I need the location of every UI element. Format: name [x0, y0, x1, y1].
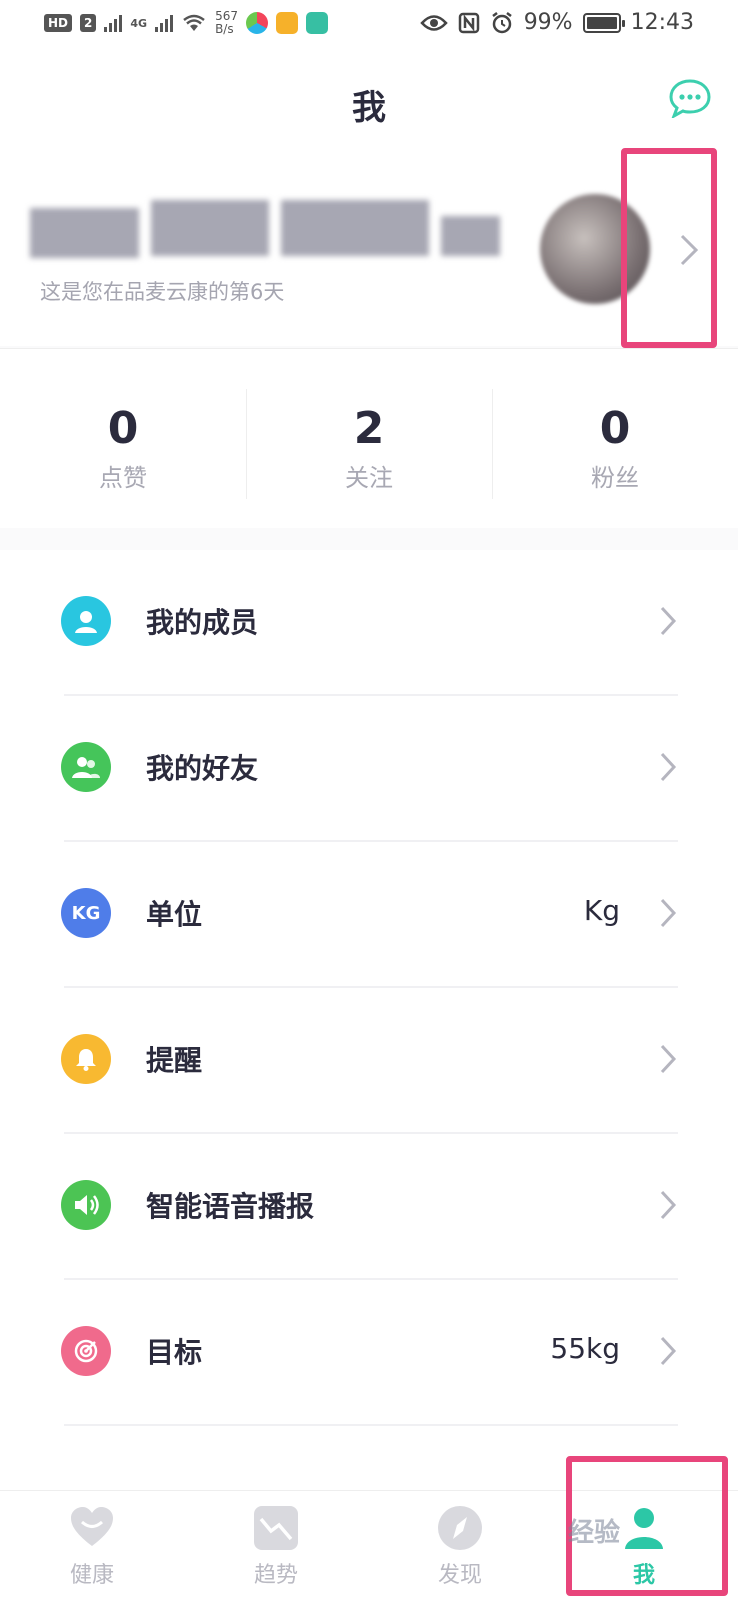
friends-icon: [61, 742, 111, 792]
stat-following[interactable]: 2 关注: [246, 349, 492, 529]
kg-unit-icon: KG: [61, 888, 111, 938]
menu-item-label: 智能语音播报: [146, 1190, 315, 1223]
menu-item-value: 55kg: [550, 1332, 620, 1365]
chevron-right-icon: [660, 1044, 677, 1074]
battery-icon: [582, 12, 625, 33]
target-icon: [61, 1326, 111, 1376]
watermark: 经验: [568, 1518, 621, 1548]
settings-menu: 我的成员 我的好友 KG 单位 Kg 提醒 智能语音播报 目标 55kg: [0, 550, 738, 1500]
stat-likes[interactable]: 0 点赞: [0, 349, 246, 529]
status-bar: HD 2 4G 567 B/s 99% 12:43: [0, 0, 738, 50]
chevron-right-icon: [660, 1190, 677, 1220]
menu-item-unit[interactable]: KG 单位 Kg: [0, 842, 738, 988]
menu-item-members[interactable]: 我的成员: [0, 550, 738, 696]
network-label: 4G: [130, 16, 148, 30]
tab-health[interactable]: 健康: [0, 1491, 184, 1600]
menu-item-goal[interactable]: 目标 55kg: [0, 1280, 738, 1426]
tab-label: 健康: [69, 1563, 114, 1588]
menu-item-value: Kg: [583, 894, 620, 927]
speaker-icon: [61, 1180, 111, 1230]
app-notification-icon-2: [275, 12, 298, 34]
stat-label: 关注: [345, 464, 393, 492]
menu-item-label: 我的成员: [146, 606, 259, 639]
person-icon: [61, 596, 111, 646]
nfc-icon: [458, 12, 479, 33]
tab-label: 趋势: [253, 1563, 298, 1588]
stat-label: 粉丝: [591, 464, 639, 492]
wifi-icon: [183, 14, 205, 31]
stat-followers[interactable]: 0 粉丝: [492, 349, 738, 529]
boss-app-icon: [305, 12, 328, 34]
menu-item-label: 我的好友: [146, 752, 259, 785]
page-title: 我: [352, 88, 386, 128]
chevron-right-icon: [660, 898, 677, 928]
menu-item-label: 单位: [146, 898, 203, 931]
net-speed-unit: B/s: [215, 22, 234, 36]
status-right: 99% 12:43: [419, 10, 694, 35]
menu-item-reminder[interactable]: 提醒: [0, 988, 738, 1134]
hd-badge: HD: [44, 14, 73, 32]
stat-value: 0: [599, 403, 631, 454]
clock: 12:43: [630, 10, 694, 35]
stat-value: 2: [353, 403, 385, 454]
signal-icon-2: [155, 14, 174, 32]
menu-item-voice-broadcast[interactable]: 智能语音播报: [0, 1134, 738, 1280]
stat-label: 点赞: [99, 464, 147, 492]
tab-label: 发现: [437, 1563, 482, 1588]
menu-item-friends[interactable]: 我的好友: [0, 696, 738, 842]
compass-icon: [438, 1506, 482, 1550]
status-left: HD 2 4G 567 B/s: [44, 10, 328, 36]
menu-item-label: 目标: [146, 1336, 203, 1369]
chevron-right-icon: [660, 1336, 677, 1366]
sim-badge: 2: [80, 14, 97, 32]
alarm-icon: [491, 11, 512, 33]
user-name-blurred: [30, 200, 500, 264]
stats-row: 0 点赞 2 关注 0 粉丝: [0, 348, 738, 528]
tab-trend[interactable]: 趋势: [184, 1491, 368, 1600]
battery-percent: 99%: [523, 10, 573, 35]
profile-subtitle: 这是您在品麦云康的第6天: [40, 280, 285, 304]
trend-icon: [254, 1506, 298, 1550]
net-speed: 567 B/s: [215, 10, 238, 36]
stat-value: 0: [107, 403, 139, 454]
heart-icon: [71, 1507, 113, 1546]
header: 我: [0, 50, 738, 150]
tab-discover[interactable]: 发现: [368, 1491, 552, 1600]
highlight-box-profile: [621, 148, 717, 348]
eye-icon: [419, 14, 448, 31]
chat-bubble-icon[interactable]: [668, 78, 712, 118]
bell-icon: [61, 1034, 111, 1084]
menu-item-label: 提醒: [146, 1044, 203, 1077]
signal-icon: [104, 14, 123, 32]
chevron-right-icon: [660, 606, 677, 636]
app-notification-icon: [245, 12, 268, 34]
divider: [64, 1424, 678, 1426]
chevron-right-icon: [660, 752, 677, 782]
